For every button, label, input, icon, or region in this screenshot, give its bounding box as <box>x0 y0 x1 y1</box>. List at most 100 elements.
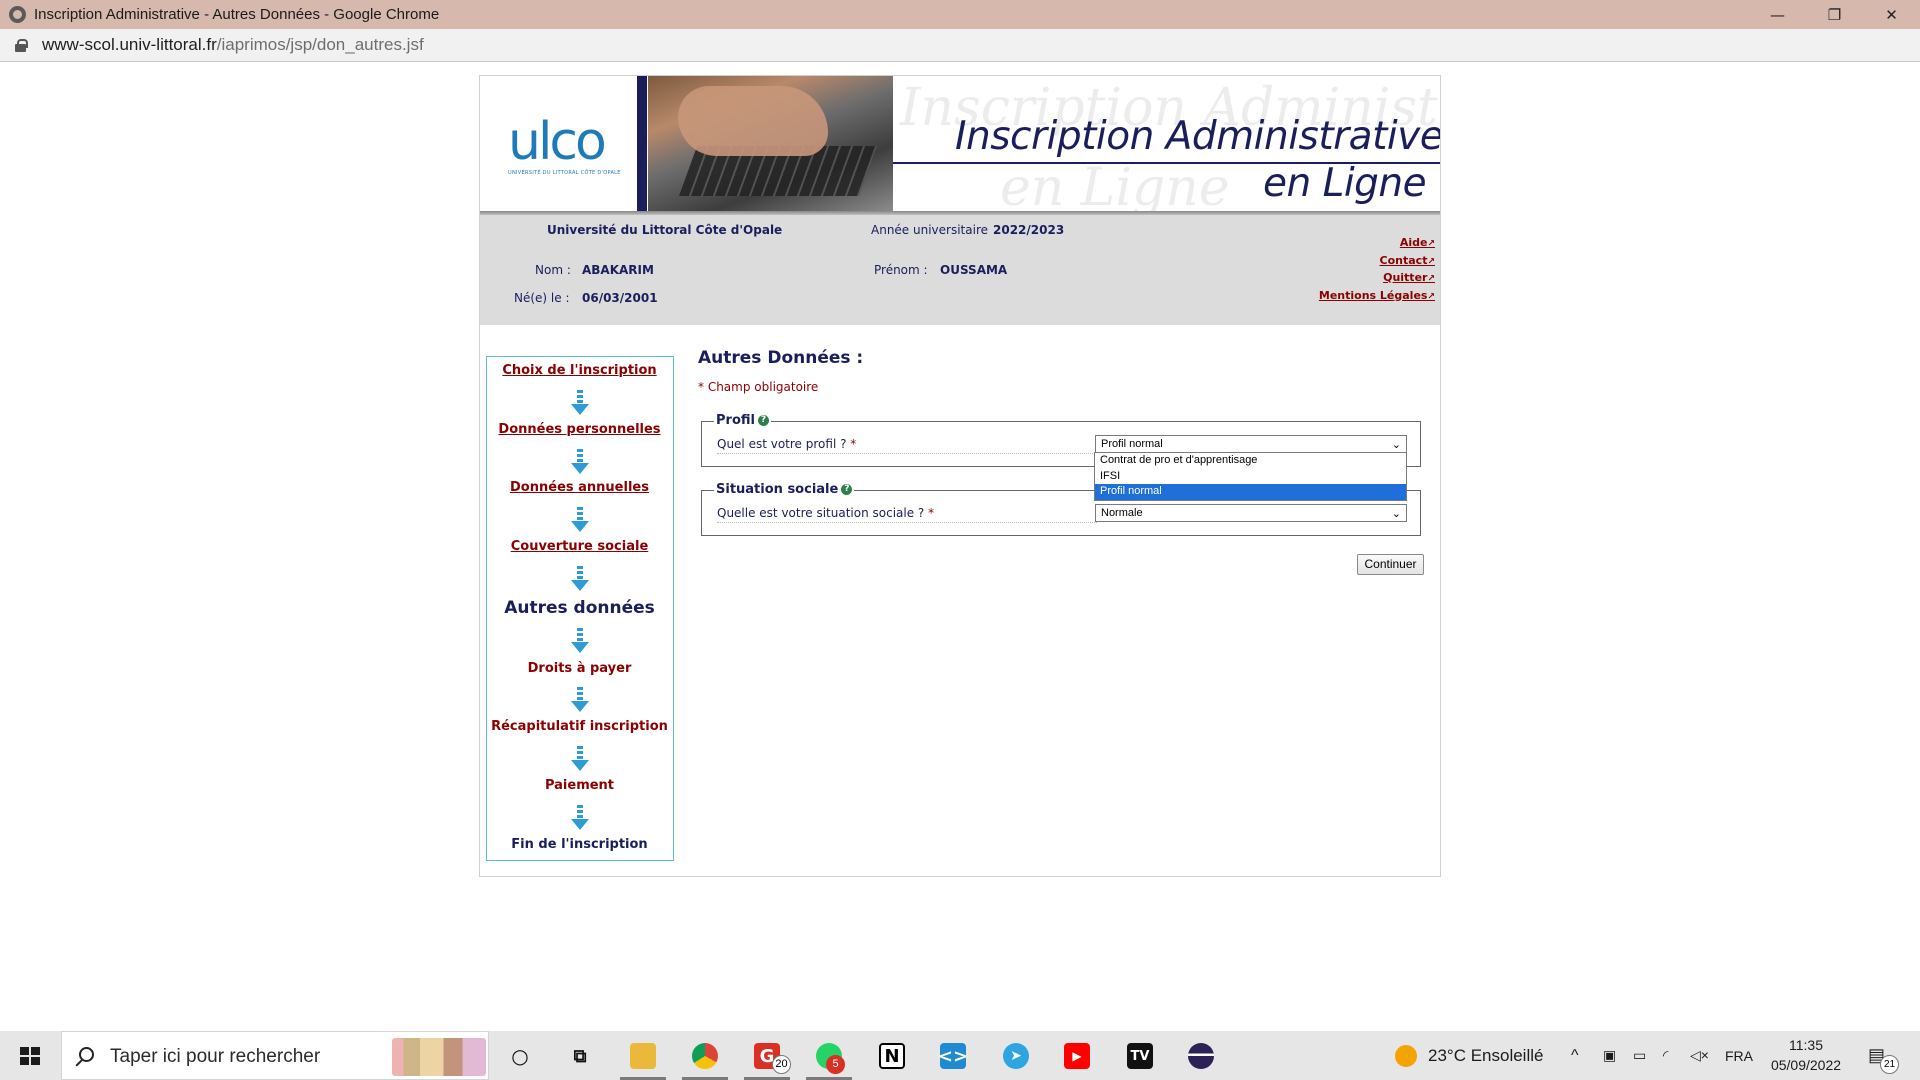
volume-muted-icon[interactable]: ◁× <box>1690 1031 1709 1080</box>
cortana-icon[interactable]: ○ <box>507 1043 533 1069</box>
page-frame: ulco UNIVERSITÉ DU LITTORAL CÔTE D'OPALE… <box>479 75 1441 877</box>
address-bar[interactable]: www-scol.univ-littoral.fr/iaprimos/jsp/d… <box>0 29 1920 62</box>
step-couverture-sociale[interactable]: Couverture sociale <box>487 539 672 554</box>
notion-icon[interactable]: N <box>879 1043 905 1069</box>
step-arrow-icon <box>571 805 589 831</box>
step-arrow-icon <box>571 390 589 416</box>
restore-button[interactable]: ❐ <box>1806 0 1863 29</box>
student-info-bar: Université du Littoral Côte d'Opale Anné… <box>480 215 1440 325</box>
profil-question-divider <box>717 453 1097 454</box>
chrome-icon[interactable] <box>692 1043 718 1069</box>
site-favicon-icon <box>9 6 26 23</box>
banner-navy-stripe <box>637 76 647 213</box>
step-arrow-icon <box>571 566 589 592</box>
battery-icon[interactable]: ▭ <box>1633 1031 1646 1080</box>
help-icon[interactable]: ? <box>757 415 769 426</box>
youtube-icon[interactable]: ▶ <box>1064 1043 1090 1069</box>
step-donnees-personnelles[interactable]: Données personnelles <box>487 422 672 437</box>
taskbar: Taper ici pour rechercher ○ ⧉ G 20 5 N <… <box>0 1031 1920 1080</box>
whatsapp-badge: 5 <box>826 1055 845 1074</box>
page-title: Autres Données : <box>698 348 864 368</box>
windows-start-icon[interactable] <box>20 1047 40 1065</box>
vscode-icon[interactable]: <> <box>938 1043 968 1069</box>
eclipse-icon[interactable] <box>1188 1043 1214 1069</box>
prenom-label: Prénom : <box>874 263 928 277</box>
situation-select[interactable]: Normale ⌄ <box>1095 504 1407 522</box>
year-value: 2022/2023 <box>993 223 1065 237</box>
window-title: Inscription Administrative - Autres Donn… <box>34 6 440 23</box>
step-donnees-annuelles[interactable]: Données annuelles <box>487 480 672 495</box>
nom-value: ABAKARIM <box>582 263 654 277</box>
banner-watermark-2: en Ligne <box>1000 158 1230 213</box>
telegram-icon[interactable]: ➤ <box>1003 1043 1029 1069</box>
help-icon[interactable]: ? <box>841 484 853 495</box>
file-explorer-icon[interactable] <box>630 1043 656 1069</box>
quitter-link[interactable]: Quitter <box>1319 270 1435 288</box>
wifi-icon[interactable]: ◜ <box>1663 1031 1668 1080</box>
year-label: Année universitaire <box>871 223 988 237</box>
weather-text[interactable]: 23°C Ensoleillé <box>1428 1031 1543 1080</box>
step-arrow-icon <box>571 746 589 772</box>
chevron-down-icon: ⌄ <box>1391 508 1401 520</box>
search-highlight-illustration <box>392 1038 486 1076</box>
banner-subtitle: en Ligne <box>1263 161 1427 206</box>
keyboard-photo <box>648 76 893 213</box>
clock-time: 11:35 <box>1789 1037 1823 1053</box>
required-note: * Champ obligatoire <box>698 380 819 394</box>
window-titlebar: Inscription Administrative - Autres Donn… <box>0 0 1920 29</box>
university-name: Université du Littoral Côte d'Opale <box>547 223 783 237</box>
weather-sun-icon <box>1395 1045 1417 1067</box>
minimize-button[interactable]: — <box>1749 0 1806 29</box>
step-autres-donnees-current: Autres données <box>504 598 655 618</box>
notification-center-icon[interactable]: ▤ <box>1868 1031 1885 1080</box>
search-icon <box>79 1047 94 1062</box>
step-arrow-icon <box>571 628 589 654</box>
language-indicator[interactable]: FRA <box>1725 1031 1753 1080</box>
meet-now-icon[interactable]: ▣ <box>1603 1031 1616 1080</box>
ulco-logo: ulco UNIVERSITÉ DU LITTORAL CÔTE D'OPALE <box>508 112 621 176</box>
gmail-badge: 20 <box>772 1055 791 1074</box>
prenom-value: OUSSAMA <box>940 263 1008 277</box>
situation-question-divider <box>717 522 1097 523</box>
chevron-up-icon[interactable]: ^ <box>1571 1031 1579 1080</box>
step-arrow-icon <box>571 687 589 713</box>
profil-dropdown-list[interactable]: Contrat de pro et d'apprentisage IFSI Pr… <box>1094 452 1407 501</box>
chevron-down-icon: ⌄ <box>1391 439 1401 451</box>
situation-legend: Situation sociale ? <box>714 482 855 497</box>
profil-option[interactable]: Contrat de pro et d'apprentisage <box>1095 453 1406 469</box>
step-droits-a-payer: Droits à payer <box>527 661 632 676</box>
url-host: www-scol.univ-littoral.fr <box>42 35 217 54</box>
born-label: Né(e) le : <box>514 291 570 305</box>
continue-button[interactable]: Continuer <box>1357 554 1424 575</box>
tradingview-icon[interactable]: TV <box>1127 1043 1153 1069</box>
task-view-icon[interactable]: ⧉ <box>567 1043 593 1069</box>
profil-select[interactable]: Profil normal ⌄ <box>1095 435 1407 453</box>
step-choix-inscription[interactable]: Choix de l'inscription <box>487 363 672 378</box>
mentions-legales-link[interactable]: Mentions Légales <box>1319 288 1435 306</box>
url-path: /iaprimos/jsp/don_autres.jsf <box>216 35 424 54</box>
profil-option-selected[interactable]: Profil normal <box>1095 484 1406 500</box>
steps-sidebar: Choix de l'inscription Données personnel… <box>486 356 674 861</box>
aide-link[interactable]: Aide <box>1319 235 1435 253</box>
url-text[interactable]: www-scol.univ-littoral.fr/iaprimos/jsp/d… <box>42 35 424 55</box>
step-arrow-icon <box>571 507 589 533</box>
contact-link[interactable]: Contact <box>1319 253 1435 271</box>
taskbar-clock[interactable]: 11:35 05/09/2022 <box>1765 1035 1847 1075</box>
step-fin-inscription: Fin de l'inscription <box>511 837 648 852</box>
situation-question: Quelle est votre situation sociale ? * <box>717 506 935 520</box>
born-value: 06/03/2001 <box>582 291 658 305</box>
lock-icon <box>15 38 28 52</box>
top-links: Aide Contact Quitter Mentions Légales <box>1319 235 1435 305</box>
clock-date: 05/09/2022 <box>1770 1057 1842 1073</box>
close-button[interactable]: ✕ <box>1863 0 1920 29</box>
taskbar-search-input[interactable]: Taper ici pour rechercher <box>61 1031 489 1080</box>
step-paiement: Paiement <box>544 778 615 793</box>
nom-label: Nom : <box>535 263 571 277</box>
profil-legend: Profil ? <box>714 413 771 428</box>
header-banner: ulco UNIVERSITÉ DU LITTORAL CÔTE D'OPALE… <box>480 76 1440 213</box>
notification-count: 21 <box>1880 1055 1899 1074</box>
banner-title: Inscription Administrative <box>955 114 1440 159</box>
profil-option[interactable]: IFSI <box>1095 469 1406 485</box>
profil-question: Quel est votre profil ? * <box>717 437 857 451</box>
step-recapitulatif: Récapitulatif inscription <box>491 719 668 734</box>
